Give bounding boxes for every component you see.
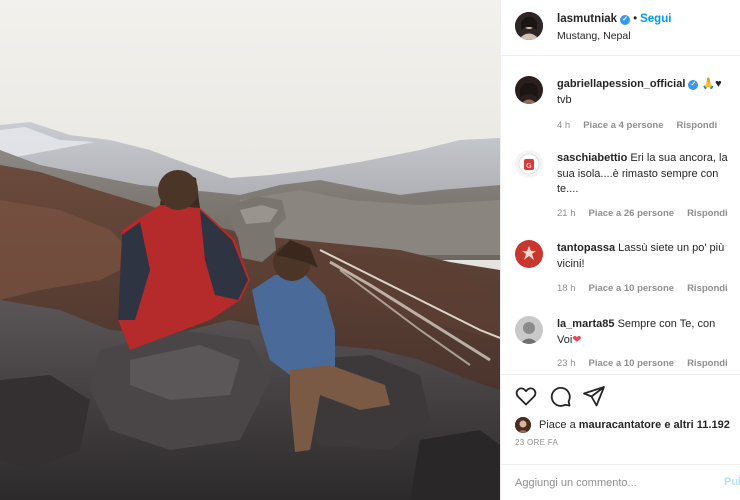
comment-reply-button[interactable]: Rispondi	[687, 358, 728, 369]
comment-text-block: gabriellapession_official ✓ 🙏♥ tvb	[557, 77, 733, 108]
comment-meta: 4 h Piace a 4 persone Rispondi	[557, 120, 730, 131]
comment-reply-button[interactable]: Rispondi	[687, 208, 728, 219]
publish-button[interactable]: Pul	[724, 476, 740, 488]
comment-meta: 23 h Piace a 10 persone Rispondi	[557, 358, 740, 369]
liker-avatar	[515, 417, 531, 433]
post-header: lasmutniak ✓ • Segui Mustang, Nepal	[501, 0, 740, 56]
add-comment-bar: Pul	[501, 464, 740, 500]
author-username[interactable]: lasmutniak	[557, 13, 617, 25]
verified-badge-icon: ✓	[620, 15, 631, 25]
comment-text: tvb	[557, 93, 572, 106]
heart-emoji-icon: ❤	[572, 333, 582, 346]
comment-username[interactable]: la_marta85	[557, 318, 615, 330]
comment-likes-count[interactable]: Piace a 26 persone	[589, 208, 675, 219]
comment-icon[interactable]	[548, 384, 572, 408]
comment-emoji: 🙏♥	[701, 78, 722, 90]
comment-username[interactable]: saschiabettio	[557, 152, 627, 164]
likes-suffix[interactable]: e altri 11.192	[664, 419, 729, 431]
separator-dot: •	[633, 13, 638, 25]
svg-text:G: G	[526, 163, 531, 170]
comment-text-block: la_marta85 Sempre con Te, con Voi❤	[557, 317, 733, 348]
comment-text-block: tantopassa Lassù siete un po' più vicini…	[557, 241, 733, 272]
post-side-panel: lasmutniak ✓ • Segui Mustang, Nepal gabriel…	[500, 0, 740, 500]
likes-text: Piace a mauracantatore e altri 11.192	[539, 419, 730, 431]
commenter-avatar[interactable]	[515, 240, 543, 268]
post-actions: Piace a mauracantatore e altri 11.192 23…	[501, 374, 740, 464]
share-icon[interactable]	[582, 384, 606, 408]
post-location[interactable]: Mustang, Nepal	[557, 30, 631, 42]
photo-scene	[0, 0, 500, 500]
liker-username[interactable]: mauracantatore	[579, 419, 662, 431]
commenter-avatar[interactable]: G	[515, 150, 543, 178]
comment-time[interactable]: 4 h	[557, 120, 570, 131]
commenter-avatar[interactable]	[515, 316, 543, 344]
author-line: lasmutniak ✓ • Segui	[557, 13, 671, 25]
commenter-avatar[interactable]	[515, 76, 543, 104]
comment-text-block: saschiabettio Eri la sua ancora, la sua …	[557, 151, 733, 198]
post-timestamp[interactable]: 23 ORE FA	[515, 438, 558, 447]
likes-summary[interactable]: Piace a mauracantatore e altri 11.192	[515, 416, 740, 436]
comment-time[interactable]: 23 h	[557, 358, 576, 369]
comment-time[interactable]: 18 h	[557, 283, 576, 294]
comment-time[interactable]: 21 h	[557, 208, 576, 219]
follow-button[interactable]: Segui	[640, 13, 671, 25]
comment-meta: 18 h Piace a 10 persone Rispondi	[557, 283, 740, 294]
comment-reply-button[interactable]: Rispondi	[687, 283, 728, 294]
comment-likes-count[interactable]: Piace a 10 persone	[589, 283, 675, 294]
comment-likes-count[interactable]: Piace a 10 persone	[589, 358, 675, 369]
comment-username[interactable]: gabriellapession_official	[557, 78, 685, 90]
author-avatar[interactable]	[515, 12, 543, 40]
comment-input[interactable]	[515, 473, 711, 493]
likes-prefix: Piace a	[539, 419, 576, 431]
comment-reply-button[interactable]: Rispondi	[677, 120, 718, 131]
verified-badge-icon: ✓	[688, 80, 699, 90]
comment-meta: 21 h Piace a 26 persone Rispondi	[557, 208, 740, 219]
comments-list[interactable]: gabriellapession_official ✓ 🙏♥ tvb 4 h Pia…	[501, 56, 740, 374]
post-photo[interactable]	[0, 0, 500, 500]
comment-username[interactable]: tantopassa	[557, 242, 615, 254]
comment-likes-count[interactable]: Piace a 4 persone	[583, 120, 663, 131]
heart-icon[interactable]	[514, 384, 538, 408]
